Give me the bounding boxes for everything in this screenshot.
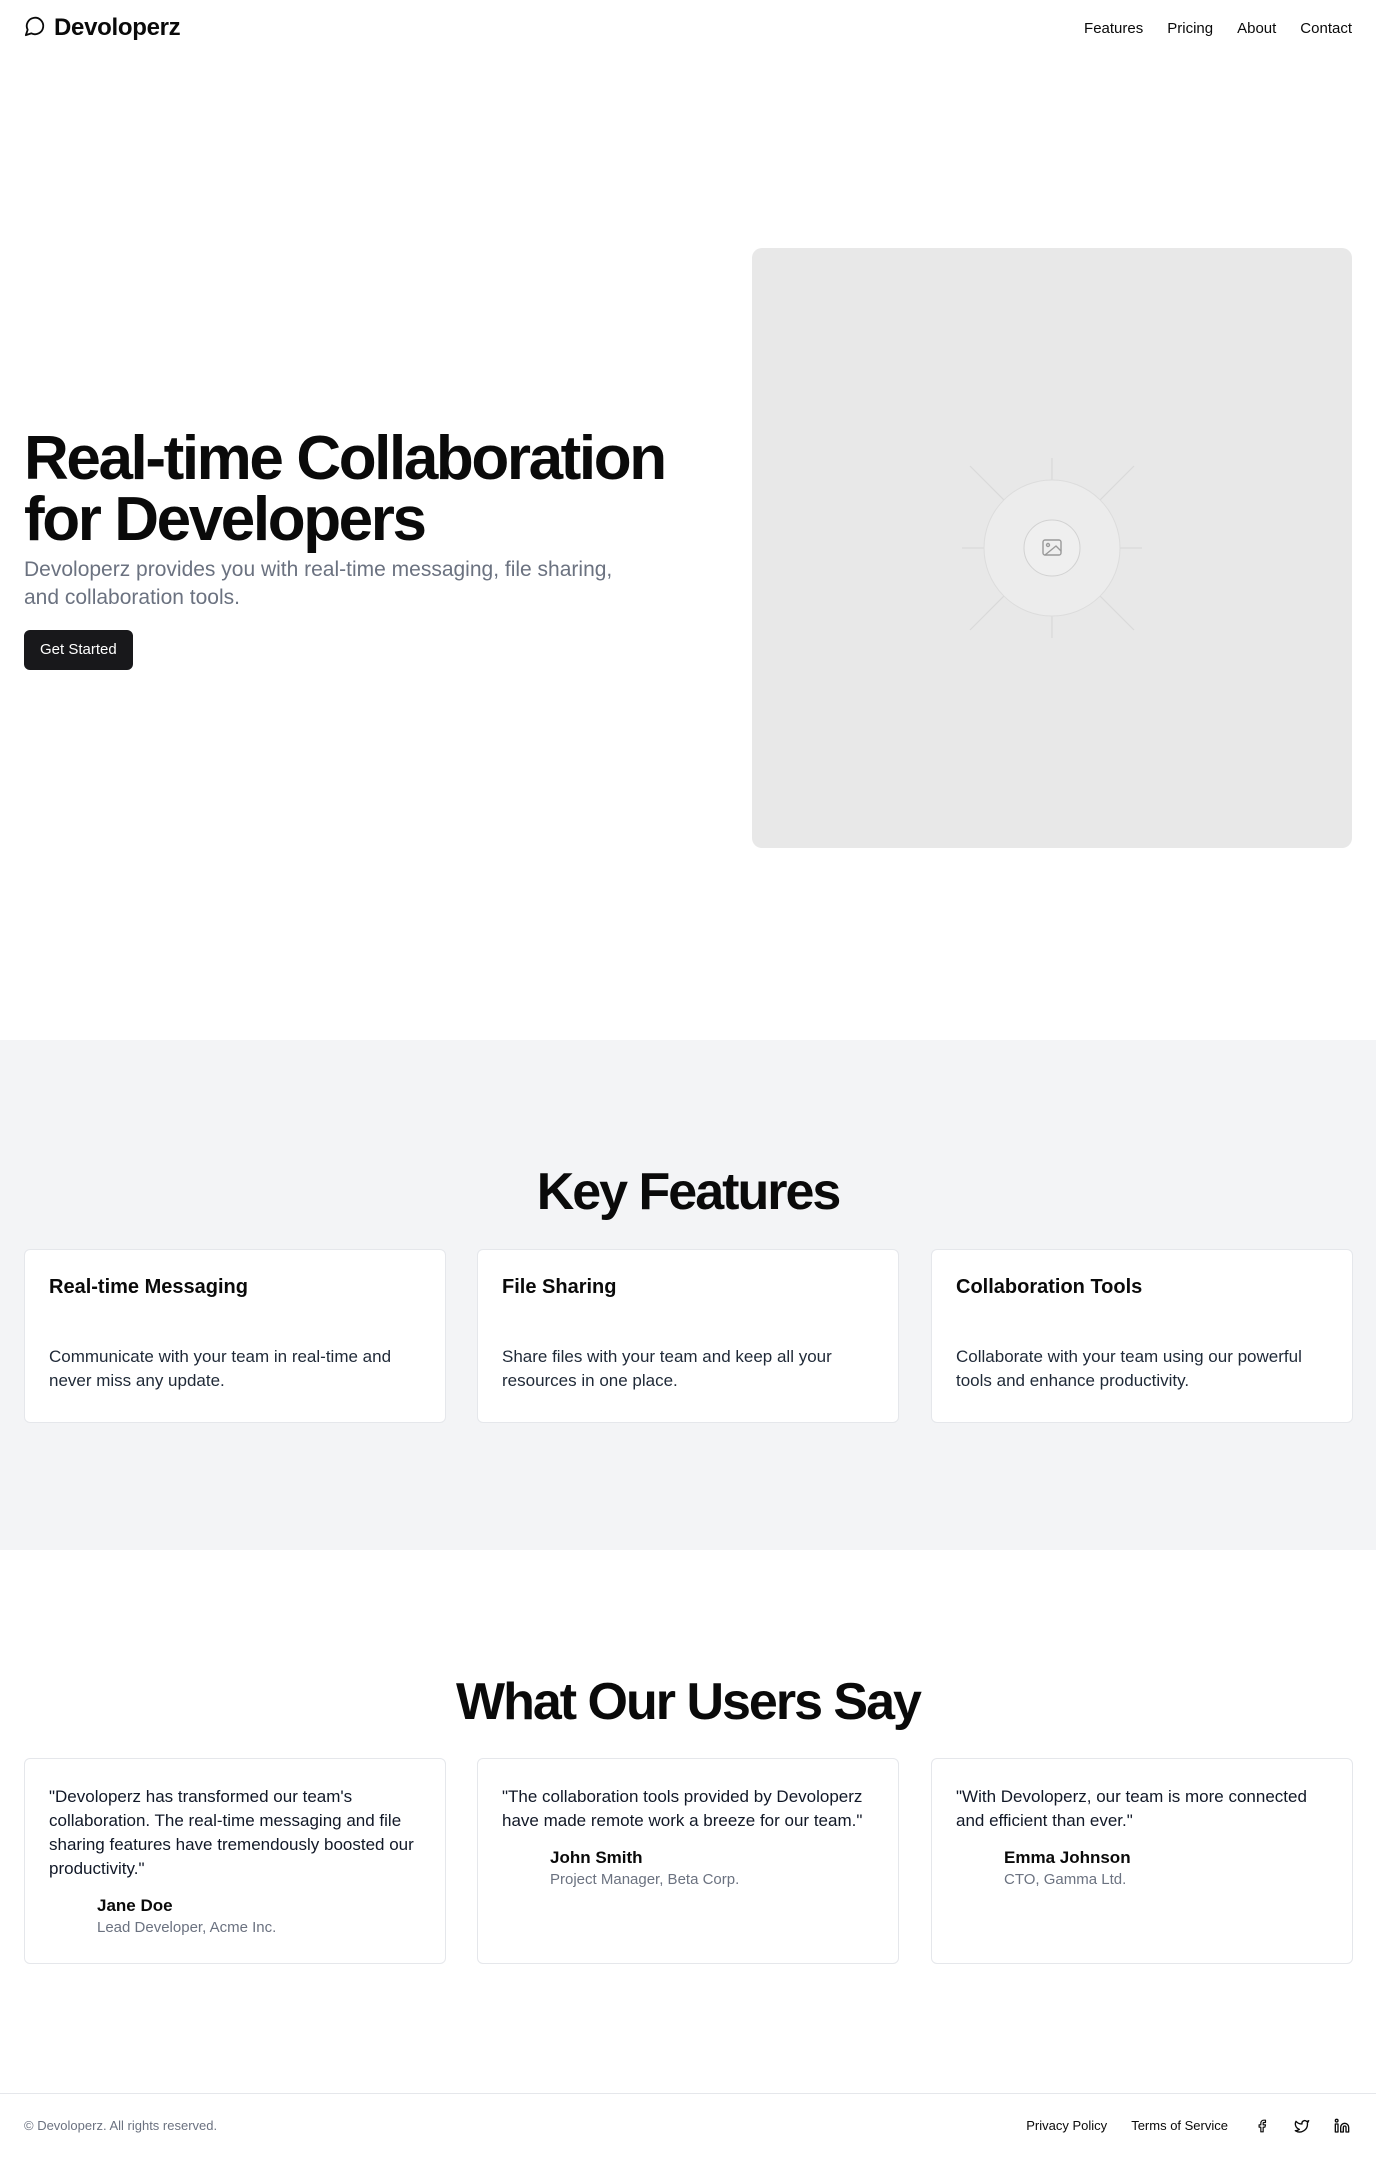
testimonial-author: Jane Doe Lead Developer, Acme Inc. xyxy=(49,1895,421,1938)
hero-text: Real-time Collaboration for Developers D… xyxy=(24,428,684,670)
facebook-icon[interactable] xyxy=(1252,2116,1272,2136)
feature-card-file-sharing: File Sharing Share files with your team … xyxy=(477,1249,899,1423)
hero-subtitle: Devoloperz provides you with real-time m… xyxy=(24,558,613,609)
testimonial-quote: "The collaboration tools provided by Dev… xyxy=(502,1787,863,1830)
features-title: Key Features xyxy=(536,1163,842,1221)
hero-image-placeholder xyxy=(752,248,1352,848)
site-footer: © Devoloperz. All rights reserved. Priva… xyxy=(0,2093,1376,2157)
author-role: CTO, Gamma Ltd. xyxy=(1004,1871,1127,1888)
message-circle-icon xyxy=(24,15,46,42)
copyright-text: © Devoloperz. All rights reserved. xyxy=(24,2118,218,2133)
testimonials-title: What Our Users Say xyxy=(456,1673,922,1731)
image-placeholder-icon xyxy=(962,458,1142,638)
feature-description: Collaborate with your team using our pow… xyxy=(956,1347,1302,1390)
author-name: Emma Johnson xyxy=(1004,1848,1131,1867)
feature-description: Communicate with your team in real-time … xyxy=(49,1347,392,1390)
site-header: Devoloperz Features Pricing About Contac… xyxy=(0,0,1376,56)
author-name: John Smith xyxy=(550,1848,643,1867)
testimonial-author: Emma Johnson CTO, Gamma Ltd. xyxy=(956,1847,1328,1890)
testimonial-card: "With Devoloperz, our team is more conne… xyxy=(931,1758,1353,1964)
terms-of-service-link[interactable]: Terms of Service xyxy=(1131,2118,1228,2133)
features-section: Key Features Real-time Messaging Communi… xyxy=(0,1040,1376,1550)
nav-link-contact[interactable]: Contact xyxy=(1300,20,1352,37)
social-links xyxy=(1252,2116,1352,2136)
footer-links: Privacy Policy Terms of Service xyxy=(1026,2116,1352,2136)
author-name: Jane Doe xyxy=(97,1896,173,1915)
feature-title: Real-time Messaging xyxy=(49,1276,248,1298)
feature-description: Share files with your team and keep all … xyxy=(502,1347,832,1390)
nav-link-pricing[interactable]: Pricing xyxy=(1167,20,1213,37)
twitter-icon[interactable] xyxy=(1292,2116,1312,2136)
testimonial-quote: "Devoloperz has transformed our team's c… xyxy=(49,1787,414,1878)
brand-name: Devoloperz xyxy=(54,14,181,41)
feature-title: File Sharing xyxy=(502,1276,617,1298)
feature-card-messaging: Real-time Messaging Communicate with you… xyxy=(24,1249,446,1423)
nav-link-about[interactable]: About xyxy=(1237,20,1276,37)
linkedin-icon[interactable] xyxy=(1332,2116,1352,2136)
testimonial-quote: "With Devoloperz, our team is more conne… xyxy=(956,1787,1307,1830)
testimonial-card: "Devoloperz has transformed our team's c… xyxy=(24,1758,446,1964)
hero-title: Real-time Collaboration for Developers xyxy=(24,424,667,554)
nav-link-features[interactable]: Features xyxy=(1084,20,1143,37)
testimonial-author: John Smith Project Manager, Beta Corp. xyxy=(502,1847,874,1890)
author-role: Project Manager, Beta Corp. xyxy=(550,1871,740,1888)
privacy-policy-link[interactable]: Privacy Policy xyxy=(1026,2118,1107,2133)
feature-title: Collaboration Tools xyxy=(956,1276,1143,1298)
get-started-button[interactable]: Get Started xyxy=(24,630,133,670)
feature-card-collaboration: Collaboration Tools Collaborate with you… xyxy=(931,1249,1353,1423)
testimonial-card: "The collaboration tools provided by Dev… xyxy=(477,1758,899,1964)
main-nav: Features Pricing About Contact xyxy=(1084,20,1352,37)
author-role: Lead Developer, Acme Inc. xyxy=(97,1919,277,1936)
brand-link[interactable]: Devoloperz xyxy=(24,14,181,42)
